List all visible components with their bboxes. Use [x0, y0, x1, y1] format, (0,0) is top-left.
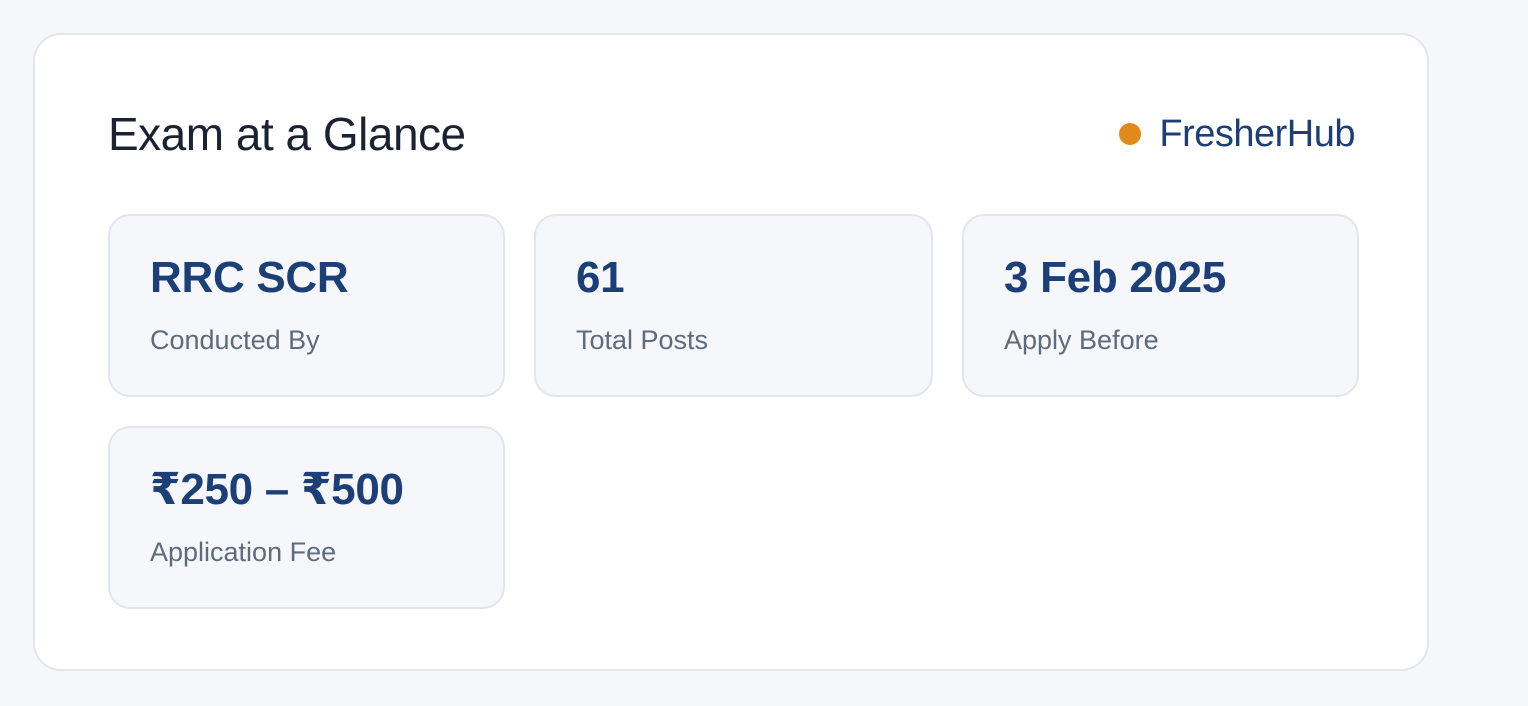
- stat-label: Conducted By: [150, 325, 320, 355]
- stat-label: Apply Before: [1004, 325, 1159, 355]
- stat-value: 3 Feb 2025: [1004, 253, 1227, 302]
- stat-total-posts: 61 Total Posts: [534, 214, 933, 397]
- stat-value: RRC SCR: [150, 253, 349, 302]
- stat-value: ₹250 – ₹500: [150, 465, 404, 514]
- stat-apply-before: 3 Feb 2025 Apply Before: [962, 214, 1359, 397]
- stat-label: Total Posts: [576, 325, 709, 355]
- stat-conducted-by: RRC SCR Conducted By: [108, 214, 505, 397]
- stats-grid: RRC SCR Conducted By 61 Total Posts 3 Fe…: [108, 214, 1359, 609]
- exam-glance-card: Exam at a Glance FresherHub RRC SCR Cond…: [33, 33, 1429, 671]
- stat-label: Application Fee: [150, 537, 337, 567]
- brand-name: FresherHub: [1159, 112, 1355, 155]
- card-header: Exam at a Glance FresherHub: [108, 105, 1355, 163]
- stat-application-fee: ₹250 – ₹500 Application Fee: [108, 426, 505, 609]
- stat-value: 61: [576, 253, 625, 302]
- card-title: Exam at a Glance: [108, 108, 466, 160]
- brand[interactable]: FresherHub: [1119, 113, 1355, 156]
- brand-dot-icon: [1119, 123, 1142, 145]
